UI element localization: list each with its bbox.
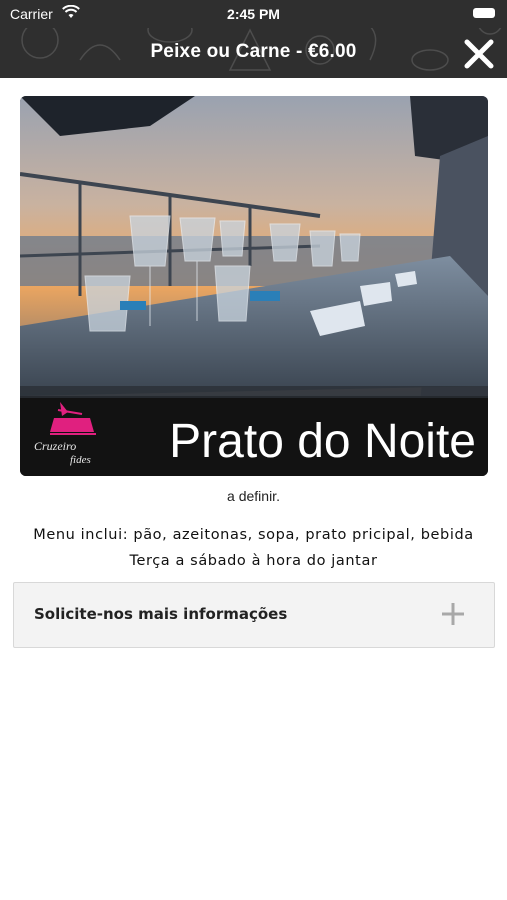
price-note: a definir. [227, 488, 280, 504]
request-info-panel[interactable]: Solicite-nos mais informações [13, 582, 495, 648]
battery-icon [473, 8, 495, 18]
menu-description: Menu inclui: pão, azeitonas, sopa, prato… [0, 522, 507, 574]
status-time: 2:45 PM [227, 6, 280, 22]
hero-image: Cruzeiro fides Prato do Noite [20, 96, 488, 476]
page-title: Peixe ou Carne - €6.00 [150, 41, 357, 62]
menu-includes-text: Menu inclui: pão, azeitonas, sopa, prato… [33, 527, 474, 543]
request-info-label: Solicite-nos mais informações [34, 605, 288, 623]
close-icon [464, 39, 494, 69]
nav-bar: Peixe ou Carne - €6.00 [0, 28, 507, 78]
close-button[interactable] [461, 36, 497, 72]
logo-text: Cruzeiro [34, 439, 77, 453]
logo-text-secondary: fides [70, 454, 91, 466]
plus-icon[interactable] [440, 601, 466, 627]
schedule-text: Terça a sábado à hora do jantar [129, 553, 378, 569]
hero-caption: Prato do Noite [169, 415, 476, 468]
status-bar: Carrier 2:45 PM [0, 0, 507, 28]
